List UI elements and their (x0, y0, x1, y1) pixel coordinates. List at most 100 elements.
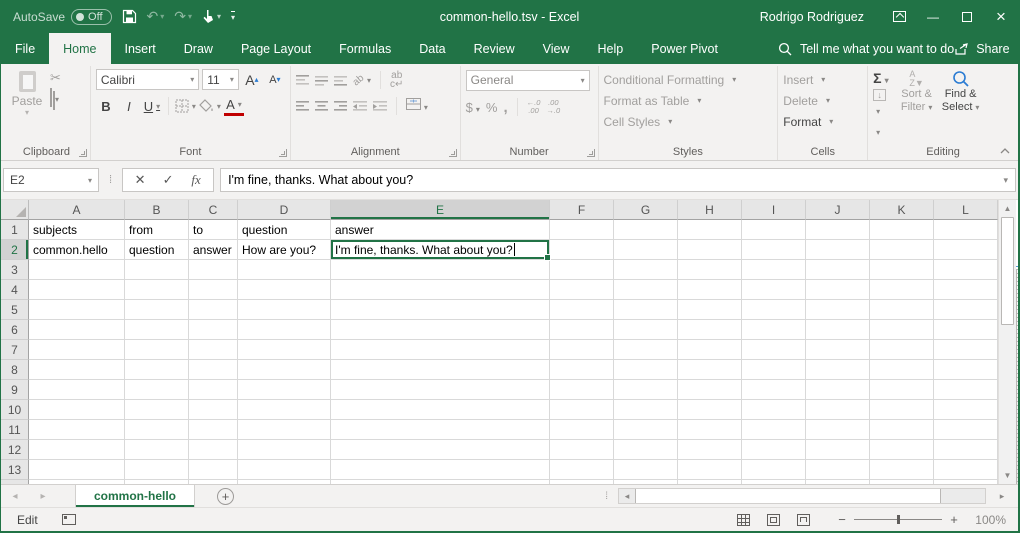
enter-entry-button[interactable]: ✓ (155, 172, 181, 188)
align-top-icon[interactable] (296, 75, 309, 86)
user-name[interactable]: Rodrigo Rodriguez (760, 10, 864, 24)
cell-D10[interactable] (238, 400, 331, 420)
delete-cells-button[interactable]: Delete (783, 90, 862, 111)
cell-G11[interactable] (614, 420, 678, 440)
cell-J2[interactable] (806, 240, 870, 260)
cell-H11[interactable] (678, 420, 742, 440)
cell-B5[interactable] (125, 300, 189, 320)
cell-L7[interactable] (934, 340, 998, 360)
cell-A3[interactable] (29, 260, 125, 280)
share-button[interactable]: Share (954, 42, 1009, 56)
cell-C12[interactable] (189, 440, 238, 460)
cut-button[interactable]: ✂ (50, 71, 61, 85)
select-all-corner[interactable] (1, 200, 29, 220)
cell-G8[interactable] (614, 360, 678, 380)
cell-J1[interactable] (806, 220, 870, 240)
undo-button[interactable]: ↶▾ (147, 8, 165, 25)
ribbon-display-options-button[interactable] (882, 0, 916, 33)
cell-L2[interactable] (934, 240, 998, 260)
clear-button[interactable] (873, 122, 888, 140)
autosave-toggle[interactable]: Off (71, 9, 111, 25)
cell-B8[interactable] (125, 360, 189, 380)
cell-D12[interactable] (238, 440, 331, 460)
touch-mouse-mode-button[interactable]: ▾ (202, 9, 221, 24)
cell-K8[interactable] (870, 360, 934, 380)
cell-J5[interactable] (806, 300, 870, 320)
cell-E8[interactable] (331, 360, 550, 380)
column-header-K[interactable]: K (870, 200, 934, 220)
scroll-up-icon[interactable]: ▲ (999, 200, 1016, 217)
cell-C7[interactable] (189, 340, 238, 360)
row-header-11[interactable]: 11 (1, 420, 29, 440)
zoom-in-button[interactable]: + (944, 512, 964, 527)
cell-E7[interactable] (331, 340, 550, 360)
cell-H7[interactable] (678, 340, 742, 360)
cell-I2[interactable] (742, 240, 806, 260)
tab-formulas[interactable]: Formulas (325, 33, 405, 64)
cell-C2[interactable]: answer (189, 240, 238, 260)
cell-J6[interactable] (806, 320, 870, 340)
cell-L6[interactable] (934, 320, 998, 340)
cell-H2[interactable] (678, 240, 742, 260)
increase-decimal-button[interactable]: ←.0.00 (527, 99, 541, 115)
format-painter-button[interactable] (50, 111, 61, 129)
cell-I10[interactable] (742, 400, 806, 420)
cell-F7[interactable] (550, 340, 614, 360)
cell-G7[interactable] (614, 340, 678, 360)
cell-L1[interactable] (934, 220, 998, 240)
redo-button[interactable]: ↷▾ (174, 8, 192, 25)
cell-I6[interactable] (742, 320, 806, 340)
cell-G6[interactable] (614, 320, 678, 340)
row-header-13[interactable]: 13 (1, 460, 29, 480)
cell-E11[interactable] (331, 420, 550, 440)
cell-C4[interactable] (189, 280, 238, 300)
scroll-left-icon[interactable]: ◂ (619, 489, 635, 503)
row-header-8[interactable]: 8 (1, 360, 29, 380)
cell-H4[interactable] (678, 280, 742, 300)
cell-A9[interactable] (29, 380, 125, 400)
column-header-D[interactable]: D (238, 200, 331, 220)
cell-F9[interactable] (550, 380, 614, 400)
cell-B6[interactable] (125, 320, 189, 340)
cell-E13[interactable] (331, 460, 550, 480)
align-center-icon[interactable] (315, 101, 328, 112)
cell-K6[interactable] (870, 320, 934, 340)
cell-D11[interactable] (238, 420, 331, 440)
cell-D5[interactable] (238, 300, 331, 320)
orientation-button[interactable]: ab (353, 75, 371, 86)
zoom-slider[interactable] (854, 519, 942, 520)
cell-B3[interactable] (125, 260, 189, 280)
row-header-5[interactable]: 5 (1, 300, 29, 320)
cell-A10[interactable] (29, 400, 125, 420)
cell-H10[interactable] (678, 400, 742, 420)
row-header-1[interactable]: 1 (1, 220, 29, 240)
cell-J9[interactable] (806, 380, 870, 400)
cell-D9[interactable] (238, 380, 331, 400)
align-left-icon[interactable] (296, 101, 309, 112)
customize-quick-access-button[interactable]: ▾ (231, 11, 235, 22)
cell-K4[interactable] (870, 280, 934, 300)
cell-K9[interactable] (870, 380, 934, 400)
cell-K10[interactable] (870, 400, 934, 420)
cell-C11[interactable] (189, 420, 238, 440)
cell-G1[interactable] (614, 220, 678, 240)
cell-E12[interactable] (331, 440, 550, 460)
row-header-7[interactable]: 7 (1, 340, 29, 360)
cell-B1[interactable]: from (125, 220, 189, 240)
cell-J3[interactable] (806, 260, 870, 280)
cell-K12[interactable] (870, 440, 934, 460)
collapse-ribbon-button[interactable] (1000, 147, 1010, 155)
cell-F6[interactable] (550, 320, 614, 340)
cell-D3[interactable] (238, 260, 331, 280)
column-header-A[interactable]: A (29, 200, 125, 220)
cell-A11[interactable] (29, 420, 125, 440)
minimize-button[interactable]: — (916, 0, 950, 33)
cell-F3[interactable] (550, 260, 614, 280)
row-header-9[interactable]: 9 (1, 380, 29, 400)
row-header-6[interactable]: 6 (1, 320, 29, 340)
cell-B9[interactable] (125, 380, 189, 400)
paste-button[interactable]: Paste ▾ (8, 69, 46, 129)
cell-L10[interactable] (934, 400, 998, 420)
sheet-tab-common-hello[interactable]: common-hello (75, 485, 195, 507)
cell-F13[interactable] (550, 460, 614, 480)
